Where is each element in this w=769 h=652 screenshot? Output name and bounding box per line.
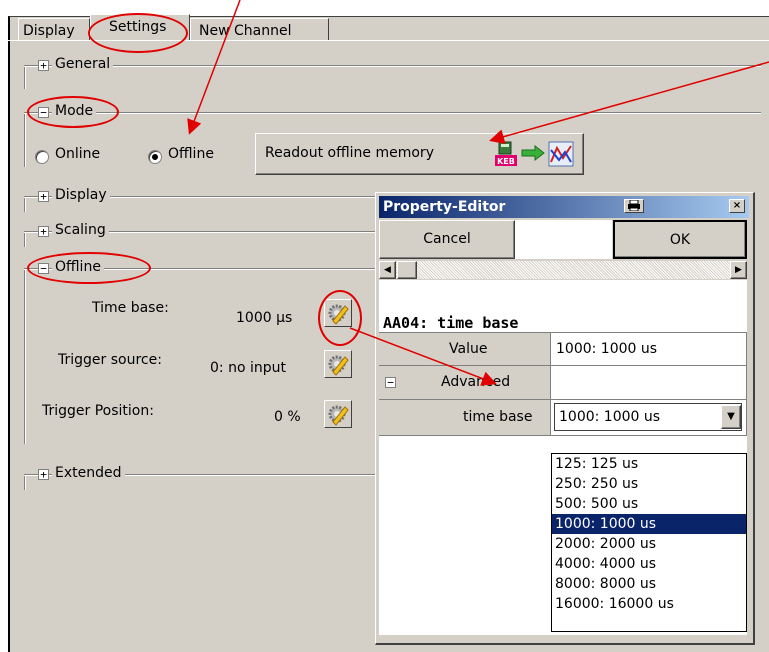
arrow-to-readout-button xyxy=(489,61,769,144)
annotation-arrows xyxy=(187,0,769,386)
arrow-to-value-row xyxy=(349,327,497,386)
arrow-to-offline-radio xyxy=(187,0,241,135)
